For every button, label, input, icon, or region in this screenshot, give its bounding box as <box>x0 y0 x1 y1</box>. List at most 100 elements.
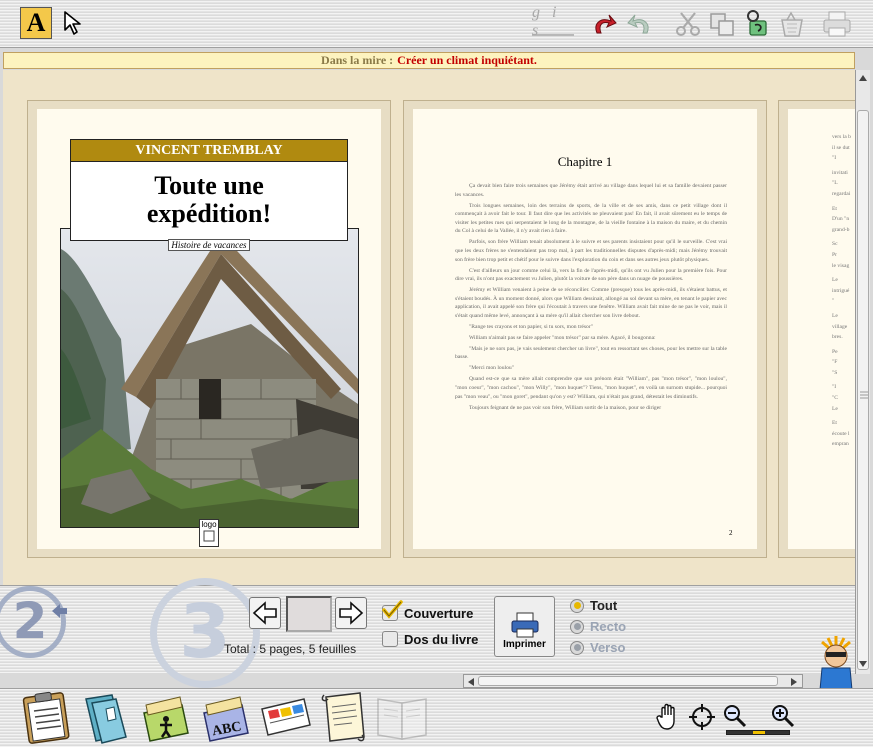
chapter-paragraph: "Range tes crayons et ton papier, si tu … <box>469 323 593 330</box>
zoom-slider[interactable] <box>726 730 790 735</box>
dock-scroll-button[interactable] <box>316 689 372 745</box>
page-display-field[interactable] <box>286 596 332 632</box>
cover-page-frame[interactable]: VINCENT TREMBLAY Toute une expédition! H… <box>27 100 391 558</box>
zoom-in-button[interactable] <box>770 703 796 729</box>
text-tool-icon: A <box>26 8 46 37</box>
vertical-scrollbar[interactable] <box>855 70 870 674</box>
cover-subtitle[interactable]: Histoire de vacances <box>168 239 250 251</box>
cut-button[interactable] <box>672 8 704 40</box>
target-tool-button[interactable] <box>688 703 716 731</box>
page-3-line: Et <box>832 420 837 427</box>
radio-all[interactable]: Tout <box>570 598 617 613</box>
page-2-frame[interactable]: Chapitre 1 Ça devait bien faire trois se… <box>403 100 767 558</box>
dock-character-cards-button[interactable] <box>138 689 194 745</box>
chapter-paragraph: "Merci mon loulou" <box>469 365 514 372</box>
cover-page: VINCENT TREMBLAY Toute une expédition! H… <box>37 109 381 549</box>
page-3-text: vers la b il se dut "I invitati "L regardai Et… <box>832 133 855 455</box>
dock-color-cards-button[interactable] <box>258 689 314 745</box>
print-toolbar-button[interactable] <box>820 8 854 40</box>
info-value: Créer un climat inquiétant. <box>397 53 537 67</box>
page-3-line: Pe <box>832 348 838 355</box>
previous-page-button[interactable] <box>249 597 281 629</box>
print-button[interactable]: Imprimer <box>494 596 555 657</box>
radio-verso-label: Verso <box>590 640 626 655</box>
pointer-tool-button[interactable] <box>60 9 86 37</box>
zoom-out-icon <box>724 705 747 728</box>
radio-all-label: Tout <box>590 598 618 613</box>
horizontal-scroll-thumb[interactable] <box>478 676 778 686</box>
page-3-line: Sc <box>832 241 838 248</box>
logo-placeholder[interactable]: logo <box>199 519 219 547</box>
book-workspace: VINCENT TREMBLAY Toute une expédition! H… <box>3 70 855 585</box>
dock-folders-button[interactable] <box>78 689 134 745</box>
cover-checkbox-box[interactable] <box>382 600 403 621</box>
step-3-indicator: 3 <box>150 578 260 688</box>
text-tool-button[interactable]: A <box>20 7 52 39</box>
hand-tool-button[interactable] <box>656 703 682 731</box>
radio-all-dot[interactable] <box>570 598 584 613</box>
page-3-line: Pr <box>832 251 837 258</box>
chapter-paragraph: Parfois, son frère William tenait absolu… <box>455 239 727 263</box>
checkmark-icon <box>382 600 403 619</box>
radio-verso-dot[interactable] <box>570 640 584 655</box>
arrow-right-icon <box>339 601 364 625</box>
page-3-line: "C <box>832 395 839 402</box>
chapter-paragraph: "Mais je ne sors pas, je vais seulement … <box>455 345 727 361</box>
step-2-indicator[interactable]: 2 <box>0 586 66 658</box>
color-cards-icon <box>261 698 311 736</box>
page-3-line: il se dut <box>832 144 850 151</box>
copy-button[interactable] <box>706 8 738 40</box>
page-3-line: bres. <box>832 334 843 341</box>
page-3-frame[interactable]: vers la b il se dut "I invitati "L regardai Et… <box>778 100 855 558</box>
delete-button[interactable] <box>776 8 808 40</box>
gis-format-button[interactable]: g i s <box>532 4 574 39</box>
chapter-paragraph: William n'aimait pas se faire appeler "m… <box>469 334 656 341</box>
back-arrow-icon <box>52 604 67 618</box>
radio-verso[interactable]: Verso <box>570 640 625 655</box>
spine-checkbox[interactable]: Dos du livre <box>382 631 478 647</box>
logo-label: logo <box>201 520 217 529</box>
chapter-paragraph: C'est d'ailleurs un jour comme celui là,… <box>455 267 727 283</box>
vertical-scroll-thumb[interactable] <box>857 110 869 670</box>
printer-icon <box>823 11 851 37</box>
top-toolbar: A g i s <box>0 0 873 48</box>
chapter-paragraph: Ça devait bien faire trois semaines que … <box>455 183 727 198</box>
page-3-line: "I <box>832 155 837 162</box>
page-3-line: "L <box>832 180 838 187</box>
paste-button[interactable] <box>740 6 774 40</box>
page-3-line: regardai <box>832 190 851 197</box>
chapter-paragraph: Jérémy et William venaient à peine de se… <box>455 287 727 319</box>
radio-recto[interactable]: Recto <box>570 619 626 634</box>
page-3-line: Le <box>832 312 838 319</box>
logo-icon <box>203 530 215 542</box>
grip-icon <box>860 391 868 399</box>
total-pages-label: Total : 5 pages, 5 feuilles <box>224 642 357 656</box>
dock-abc-cards-button[interactable]: ABC <box>198 689 254 745</box>
cover-checkbox[interactable]: Couverture <box>382 600 473 621</box>
redo-button[interactable] <box>624 8 656 40</box>
cover-photo[interactable] <box>60 228 359 528</box>
dock-clipboard-button[interactable] <box>18 689 74 745</box>
page-3-line: grand-b <box>832 226 850 233</box>
horizontal-scrollbar[interactable] <box>463 674 803 688</box>
radio-recto-label: Recto <box>590 619 627 634</box>
next-page-button[interactable] <box>335 597 367 629</box>
page-3-line: le visag <box>832 262 850 269</box>
cover-title-line-2: expédition! <box>146 199 272 228</box>
chapter-paragraph: Toujours feignant de ne pas voir son frè… <box>469 404 662 411</box>
cover-author: VINCENT TREMBLAY <box>71 140 347 162</box>
dock-book-button[interactable] <box>374 689 430 745</box>
spine-checkbox-box[interactable] <box>382 631 398 647</box>
cover-title-block[interactable]: VINCENT TREMBLAY Toute une expédition! <box>70 139 348 241</box>
spine-checkbox-label: Dos du livre <box>404 631 479 647</box>
zoom-out-button[interactable] <box>722 703 748 729</box>
print-button-label: Imprimer <box>503 639 546 650</box>
zoom-slider-handle[interactable] <box>753 731 765 734</box>
page-3-line: écoute l <box>832 430 850 437</box>
gis-format-icon: g i s <box>532 4 561 39</box>
bottom-dock: ABC <box>0 688 873 747</box>
printer-icon <box>511 612 538 638</box>
page-2: Chapitre 1 Ça devait bien faire trois se… <box>413 109 757 549</box>
radio-recto-dot[interactable] <box>570 619 584 634</box>
undo-button[interactable] <box>588 8 620 40</box>
